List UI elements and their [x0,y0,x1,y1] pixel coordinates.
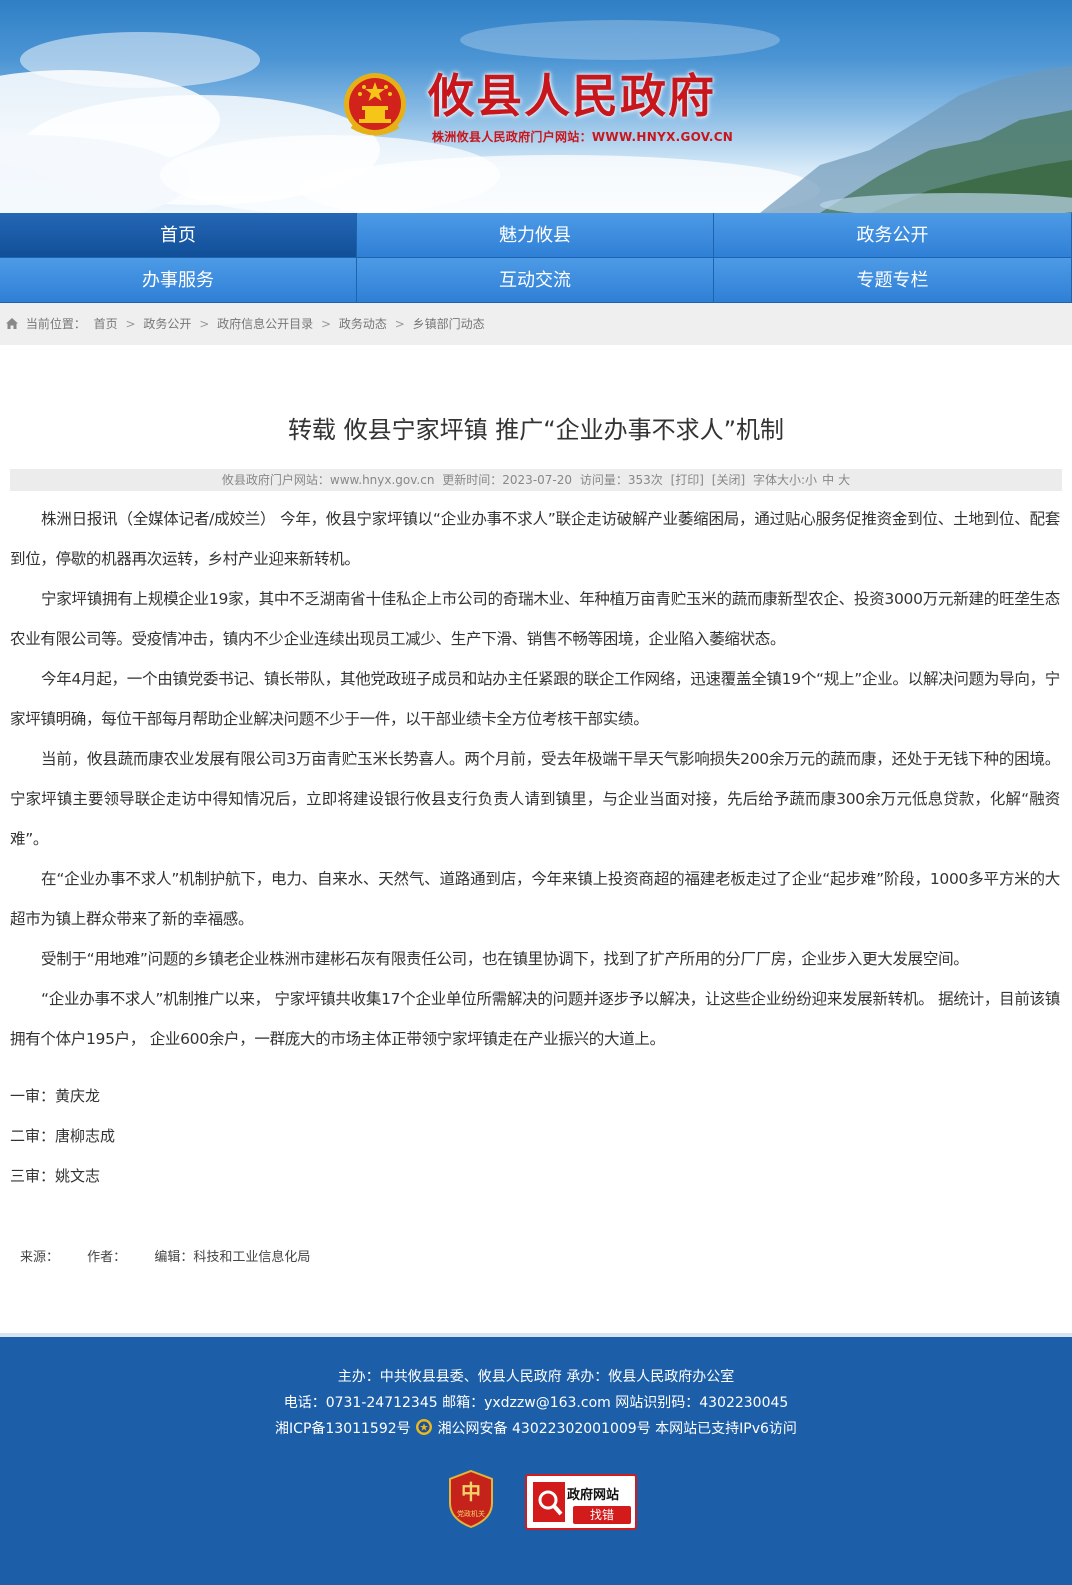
close-link[interactable]: [关闭] [712,473,745,487]
review-third: 三审：姚文志 [10,1167,101,1185]
review-first: 一审：黄庆龙 [10,1087,101,1105]
source-label: 来源： [20,1250,60,1265]
breadcrumb: 当前位置： 首页 > 政务公开 > 政府信息公开目录 > 政务动态 > 乡镇部门… [0,303,1072,345]
article-source: 来源： 作者： 编辑：科技和工业信息化局 [20,1246,334,1270]
meta-site: 攸县政府门户网站：www.hnyx.gov.cn [221,473,435,487]
editor-label: 编辑：科技和工业信息化局 [154,1250,311,1265]
party-badge-text: 党政机关 [457,1509,485,1518]
font-size-label: 字体大小: [753,473,806,487]
article-meta: 攸县政府门户网站：www.hnyx.gov.cn 更新时间：2023-07-20… [10,469,1062,491]
breadcrumb-prefix: 当前位置： [25,317,86,331]
meta-visits: 访问量：353次 [579,473,663,487]
party-government-badge[interactable]: 中 党政机关 [446,1469,496,1529]
article-paragraph: 宁家坪镇拥有上规模企业19家，其中不乏湖南省十佳私企上市公司的奇瑞木业、年种植万… [10,590,1060,648]
article-paragraph: 株洲日报讯（全媒体记者/成姣兰） 今年，攸县宁家坪镇以“企业办事不求人”联企走访… [10,510,1060,568]
ipv6-note: 本网站已支持IPv6访问 [655,1421,797,1437]
error-action: 找错 [573,1506,631,1524]
nav-government-affairs[interactable]: 政务公开 [714,213,1072,258]
error-title: 政府网站 [567,1488,620,1503]
nav-home[interactable]: 首页 [0,213,357,258]
review-list: 一审：黄庆龙 二审：唐柳志成 三审：姚文志 [10,1076,115,1196]
nav-services[interactable]: 办事服务 [0,258,357,303]
breadcrumb-separator: > [199,317,210,331]
header-banner: 攸县人民政府 株洲攸县人民政府门户网站：WWW.HNYX.GOV.CN [0,0,1072,213]
footer: 主办：中共攸县县委、攸县人民政府 承办：攸县人民政府办公室 电话：0731-24… [0,1333,1072,1585]
national-emblem-icon [344,73,406,136]
font-small-link[interactable]: 小 [805,473,817,487]
party-badge-glyph: 中 [461,1480,481,1504]
article-paragraph: 今年4月起，一个由镇党委书记、镇长带队，其他党政班子成员和站办主任紧跟的联企工作… [10,670,1060,728]
nav-special-topics[interactable]: 专题专栏 [714,258,1072,303]
meta-updated: 更新时间：2023-07-20 [442,473,573,487]
footer-sponsor: 主办：中共攸县县委、攸县人民政府 承办：攸县人民政府办公室 [337,1369,735,1385]
main-nav: 首页 魅力攸县 政务公开 办事服务 互动交流 专题专栏 [0,213,1072,303]
review-second: 二审：唐柳志成 [10,1127,116,1145]
nav-interaction[interactable]: 互动交流 [357,258,714,303]
police-record-link[interactable]: 湘公网安备 43022302001009号 [438,1421,651,1437]
font-medium-link[interactable]: 中 [822,473,834,487]
breadcrumb-gov-news[interactable]: 政务动态 [339,317,387,331]
print-link[interactable]: [打印] [671,473,704,487]
report-error-button[interactable]: 政府网站 找错 [525,1474,637,1530]
breadcrumb-gov-affairs[interactable]: 政务公开 [143,317,191,331]
article-paragraph: “企业办事不求人”机制推广以来， 宁家坪镇共收集17个企业单位所需解决的问题并逐… [10,990,1060,1048]
site-subtitle: 株洲攸县人民政府门户网站：WWW.HNYX.GOV.CN [432,130,734,144]
site-name: 攸县人民政府 [428,69,716,123]
breadcrumb-town-news[interactable]: 乡镇部门动态 [413,317,485,331]
breadcrumb-home[interactable]: 首页 [94,317,118,331]
breadcrumb-separator: > [394,317,405,331]
breadcrumb-info-directory[interactable]: 政府信息公开目录 [217,317,313,331]
footer-registration: 湘ICP备13011592号 湘公网安备 43022302001009号 本网站… [0,1419,1072,1439]
article-paragraph: 当前，攸县蔬而康农业发展有限公司3万亩青贮玉米长势喜人。两个月前，受去年极端干旱… [10,750,1060,848]
article-paragraph: 受制于“用地难”问题的乡镇老企业株洲市建彬石灰有限责任公司，也在镇里协调下，找到… [41,950,969,968]
police-badge-icon [416,1419,433,1435]
breadcrumb-separator: > [320,317,332,331]
author-label: 作者： [87,1250,127,1265]
article-paragraph: 在“企业办事不求人”机制护航下，电力、自来水、天然气、道路通到店，今年来镇上投资… [10,870,1060,928]
article-body: 株洲日报讯（全媒体记者/成姣兰） 今年，攸县宁家坪镇以“企业办事不求人”联企走访… [10,499,1060,1059]
footer-contact: 电话：0731-24712345 邮箱：yxdzzw@163.com 网站识别码… [283,1395,789,1411]
nav-charm-youxian[interactable]: 魅力攸县 [357,213,714,258]
breadcrumb-separator: > [125,317,136,331]
article-title: 转载 攸县宁家坪镇 推广“企业办事不求人”机制 [287,416,785,444]
font-large-link[interactable]: 大 [838,473,850,487]
magnifier-icon [533,1482,565,1522]
home-icon [6,317,18,329]
icp-link[interactable]: 湘ICP备13011592号 [275,1421,411,1437]
